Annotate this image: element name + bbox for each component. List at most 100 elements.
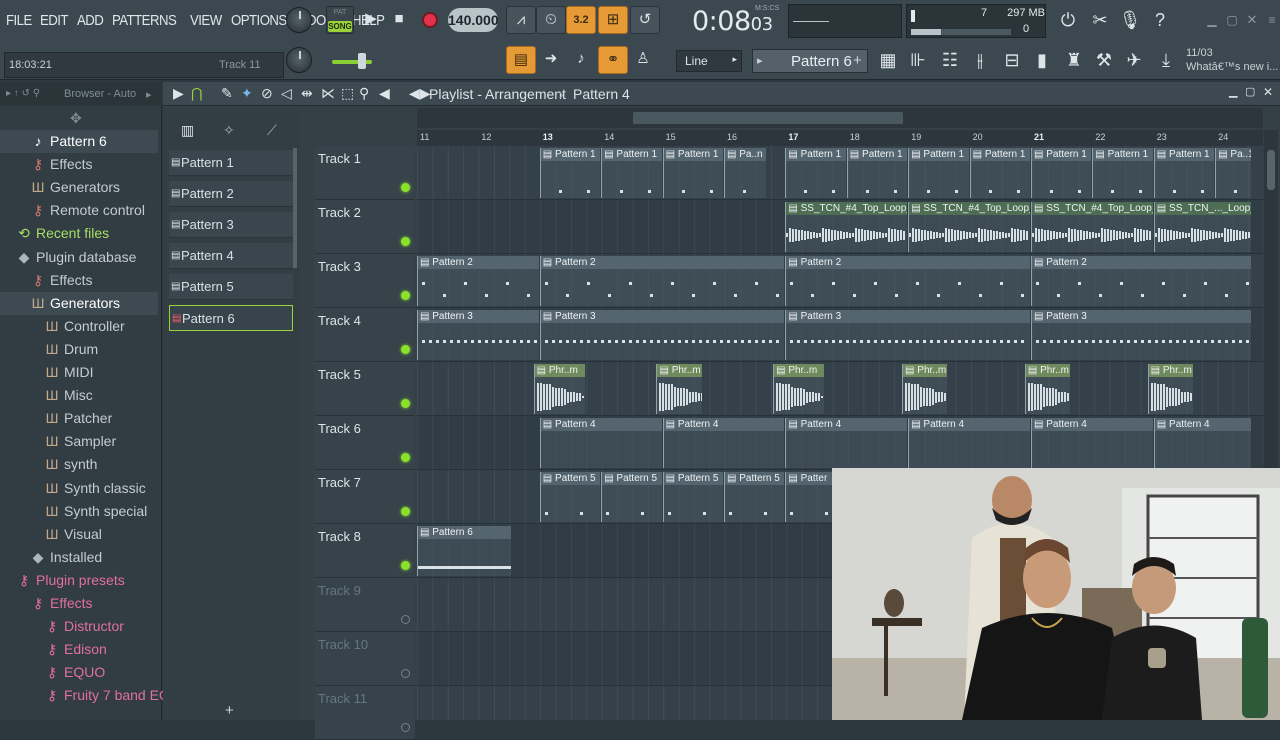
track-header[interactable]: Track 8 bbox=[315, 524, 415, 578]
piano-icon[interactable]: ▥ bbox=[181, 122, 194, 139]
browser-item[interactable]: ⚷Remote control bbox=[0, 199, 158, 222]
playlist-clip[interactable]: ▤ Pattern 6 bbox=[417, 526, 511, 576]
playlist-clip[interactable]: ▤ Pattern 3 bbox=[417, 310, 539, 360]
track-header[interactable]: Track 11 bbox=[315, 686, 415, 740]
browser-item[interactable]: ШSynth special bbox=[0, 500, 158, 523]
playlist-clip[interactable]: ▤ Phr..m bbox=[1148, 364, 1193, 414]
menu-patterns[interactable]: PATTERNS bbox=[112, 12, 176, 29]
zoom-icon[interactable]: ⚲ bbox=[359, 85, 369, 102]
playlist-clip[interactable]: ▤ Pattern 1 bbox=[601, 148, 661, 198]
playlist-clip[interactable]: ▤ Pattern 5 bbox=[663, 472, 723, 522]
playlist-clip[interactable]: ▤ Pattern 2 bbox=[417, 256, 539, 306]
browser-nav-icons[interactable]: ▸ ↑ ↺ ⚲ bbox=[6, 88, 40, 99]
automation-icon[interactable]: ⟋ bbox=[267, 122, 277, 139]
playlist-clip[interactable]: ▤ Pattern 2 bbox=[1031, 256, 1251, 306]
playlist-clip[interactable]: ▤ Pattern 1 bbox=[1092, 148, 1152, 198]
picker-item[interactable]: ▤Pattern 5 bbox=[169, 274, 293, 300]
pencil-icon[interactable]: ✎ bbox=[221, 85, 233, 102]
download-icon[interactable]: ⤓ bbox=[1152, 46, 1180, 74]
microphone-icon[interactable]: 🎙 bbox=[1116, 6, 1144, 34]
picker-item[interactable]: ▤Pattern 4 bbox=[169, 243, 293, 269]
step-edit-button[interactable]: 3.2 bbox=[566, 6, 596, 34]
master-slider[interactable] bbox=[332, 60, 372, 64]
audio-icon[interactable]: ✧ bbox=[223, 122, 235, 139]
browser-item[interactable]: ⟲Recent files bbox=[0, 222, 158, 245]
picker-item[interactable]: ▤Pattern 2 bbox=[169, 181, 293, 207]
browser-item[interactable]: ШSampler bbox=[0, 430, 158, 453]
browser-item[interactable]: ◆Plugin database bbox=[0, 246, 158, 269]
stamp-icon[interactable]: ♙ bbox=[628, 46, 658, 74]
record-button[interactable] bbox=[422, 12, 438, 28]
picker-item[interactable]: ▤Pattern 3 bbox=[169, 212, 293, 238]
playlist-clip[interactable]: ▤ Pattern 3 bbox=[1031, 310, 1251, 360]
vertical-scroll-thumb[interactable] bbox=[1267, 150, 1275, 190]
playlist-clip[interactable]: ▤ Pattern 4 bbox=[785, 418, 907, 468]
playlist-clip[interactable]: ▤ Pattern 1 bbox=[785, 148, 845, 198]
playlist-clip[interactable]: ▤ Pattern 1 bbox=[1154, 148, 1214, 198]
picker-item[interactable]: ▤Pattern 6 bbox=[169, 305, 293, 331]
browser-item[interactable]: ⚷Effects bbox=[0, 269, 158, 292]
tempo-display[interactable]: 140.000 bbox=[448, 8, 498, 32]
browser-item[interactable]: ⚷Edison bbox=[0, 638, 158, 661]
help-icon[interactable]: ? bbox=[1146, 6, 1174, 34]
timeline-ruler[interactable]: 1112131415161718192021222324 bbox=[417, 130, 1263, 146]
master-pitch-knob[interactable] bbox=[286, 47, 312, 73]
picker-add-icon[interactable]: + bbox=[225, 702, 234, 719]
master-volume-knob[interactable] bbox=[286, 7, 312, 33]
overdub-button[interactable]: ⊞ bbox=[598, 6, 628, 34]
track-mute-led[interactable] bbox=[401, 291, 410, 300]
playlist-menu-icon[interactable]: ▶ bbox=[173, 85, 184, 102]
playlist-clip[interactable]: ▤ SS_TCN_#4_Top_Loop_01 bbox=[785, 202, 907, 252]
plugin-icon[interactable]: ♜ bbox=[1060, 46, 1088, 74]
picker-scrollbar[interactable] bbox=[293, 148, 297, 268]
playlist-clip[interactable]: ▤ Phr..m bbox=[534, 364, 585, 414]
browser-item[interactable]: ШMisc bbox=[0, 384, 158, 407]
wait-input-button[interactable]: ⏲ bbox=[536, 6, 566, 34]
select-icon[interactable]: ⬚ bbox=[341, 85, 354, 102]
browser-item[interactable]: ⚷Fruity 7 band EQ bbox=[0, 684, 158, 707]
browser-add-icon[interactable]: ✥ bbox=[70, 110, 82, 127]
time-display[interactable]: M:S:CS 0:0803 bbox=[664, 2, 782, 40]
playlist-clip[interactable]: ▤ Pattern 1 bbox=[847, 148, 907, 198]
playlist-clip[interactable]: ▤ Pattern 1 bbox=[663, 148, 723, 198]
track-header[interactable]: Track 5 bbox=[315, 362, 415, 416]
playlist-clip[interactable]: ▤ Pattern 1 bbox=[1031, 148, 1091, 198]
browser-item[interactable]: Шsynth bbox=[0, 453, 158, 476]
track-mute-led[interactable] bbox=[401, 615, 410, 624]
playlist-clip[interactable]: ▤ Pa..1 bbox=[1215, 148, 1251, 198]
track-header[interactable]: Track 7 bbox=[315, 470, 415, 524]
playlist-clip[interactable]: ▤ Pattern 3 bbox=[540, 310, 785, 360]
playlist-window-icon[interactable]: ▦ bbox=[874, 46, 902, 74]
playlist-clip[interactable]: ▤ Pattern 5 bbox=[724, 472, 784, 522]
playlist-clip[interactable]: ▤ Pattern 1 bbox=[540, 148, 600, 198]
playlist-clip[interactable]: ▤ Phr..m bbox=[773, 364, 824, 414]
paint-icon[interactable]: ✦ bbox=[241, 85, 253, 102]
track-mute-led[interactable] bbox=[401, 561, 410, 570]
playlist-clip[interactable]: ▤ Pattern 4 bbox=[908, 418, 1030, 468]
metronome-button[interactable]: ⩘ bbox=[506, 6, 536, 34]
loop-record-button[interactable]: ↺ bbox=[630, 6, 660, 34]
playlist-clip[interactable]: ▤ Pattern 1 bbox=[908, 148, 968, 198]
playlist-clip[interactable]: ▤ Phr..m bbox=[656, 364, 701, 414]
track-header[interactable]: Track 4 bbox=[315, 308, 415, 362]
window-menu-icon[interactable]: ≡ bbox=[1258, 6, 1280, 34]
play-button[interactable]: ▶ bbox=[356, 6, 386, 34]
browser-item[interactable]: ⚷Effects bbox=[0, 153, 158, 176]
link-icon[interactable]: ⚭ bbox=[598, 46, 628, 74]
browser-item[interactable]: ⚷EQUO bbox=[0, 661, 158, 684]
horizontal-scroll-thumb[interactable] bbox=[633, 112, 903, 124]
track-mute-led[interactable] bbox=[401, 183, 410, 192]
channel-rack-icon[interactable]: ☷ bbox=[936, 46, 964, 74]
snap-selector[interactable]: Line▸ bbox=[676, 50, 742, 72]
track-header[interactable]: Track 1 bbox=[315, 146, 415, 200]
playlist-clip[interactable]: ▤ Pattern 5 bbox=[540, 472, 600, 522]
playlist-clip[interactable]: ▤ Pattern 4 bbox=[663, 418, 785, 468]
playlist-clip[interactable]: ▤ Phr..m bbox=[902, 364, 947, 414]
playlist-clip[interactable]: ▤ Pattern 4 bbox=[1154, 418, 1251, 468]
panic-icon[interactable]: ⏻ bbox=[1054, 6, 1082, 34]
brush-icon[interactable]: ♪ bbox=[566, 46, 596, 74]
track-mute-led[interactable] bbox=[401, 453, 410, 462]
mute-icon[interactable]: ◁ bbox=[281, 85, 292, 102]
pat-song-toggle[interactable]: PAT SONG bbox=[326, 6, 354, 34]
mixer-icon[interactable]: ⫲ bbox=[966, 46, 994, 74]
